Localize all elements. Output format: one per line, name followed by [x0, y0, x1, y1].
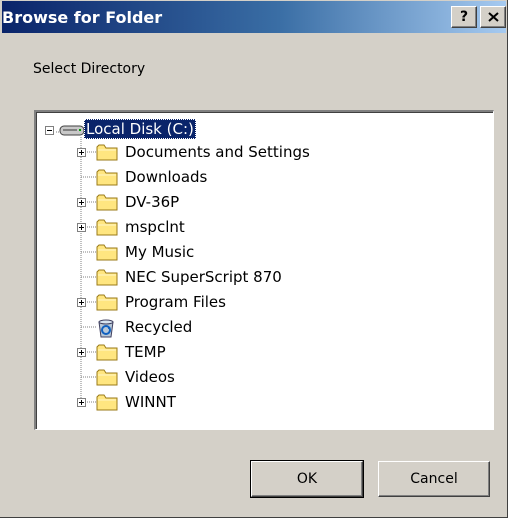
tree-node-label[interactable]: Videos — [123, 367, 177, 387]
browse-for-folder-dialog: Browse for Folder ? Select Directory Loc… — [0, 0, 508, 518]
cancel-button[interactable]: Cancel — [378, 461, 490, 497]
tree-node-label[interactable]: NEC SuperScript 870 — [123, 267, 284, 287]
expand-icon[interactable] — [77, 223, 86, 232]
folder-icon — [96, 269, 118, 286]
close-icon — [488, 12, 499, 22]
folder-icon — [96, 169, 118, 186]
tree-node-label[interactable]: Recycled — [123, 317, 194, 337]
expand-icon[interactable] — [77, 198, 86, 207]
expand-icon[interactable] — [77, 348, 86, 357]
tree-node-label[interactable]: Documents and Settings — [123, 142, 312, 162]
folder-icon — [96, 344, 118, 361]
folder-icon — [96, 244, 118, 261]
tree-node-label[interactable]: mspclnt — [123, 217, 187, 237]
tree-node-label[interactable]: Downloads — [123, 167, 209, 187]
ok-button[interactable]: OK — [250, 460, 364, 498]
expand-icon[interactable] — [77, 398, 86, 407]
folder-tree[interactable]: Local Disk (C:) Documents and Settings Dow… — [34, 110, 494, 430]
folder-icon — [96, 144, 118, 161]
recycle-bin-icon — [98, 319, 114, 338]
collapse-icon[interactable] — [45, 126, 54, 135]
tree-node-label[interactable]: DV-36P — [123, 192, 181, 212]
tree-node-label[interactable]: Program Files — [123, 292, 228, 312]
folder-icon — [96, 294, 118, 311]
tree-node-label[interactable]: WINNT — [123, 392, 178, 412]
expand-icon[interactable] — [77, 148, 86, 157]
folder-icon — [96, 194, 118, 211]
tree-node-label[interactable]: Local Disk (C:) — [84, 119, 196, 139]
title-bar[interactable]: Browse for Folder ? — [2, 1, 506, 33]
folder-icon — [96, 219, 118, 236]
tree-node-label[interactable]: TEMP — [123, 342, 168, 362]
folder-icon — [96, 369, 118, 386]
close-button[interactable] — [480, 6, 506, 28]
folder-icon — [96, 394, 118, 411]
help-button[interactable]: ? — [451, 6, 477, 28]
drive-icon — [59, 125, 85, 136]
window-title: Browse for Folder — [2, 8, 163, 27]
instruction-text: Select Directory — [33, 61, 146, 77]
tree-node-label[interactable]: My Music — [123, 242, 196, 262]
expand-icon[interactable] — [77, 298, 86, 307]
